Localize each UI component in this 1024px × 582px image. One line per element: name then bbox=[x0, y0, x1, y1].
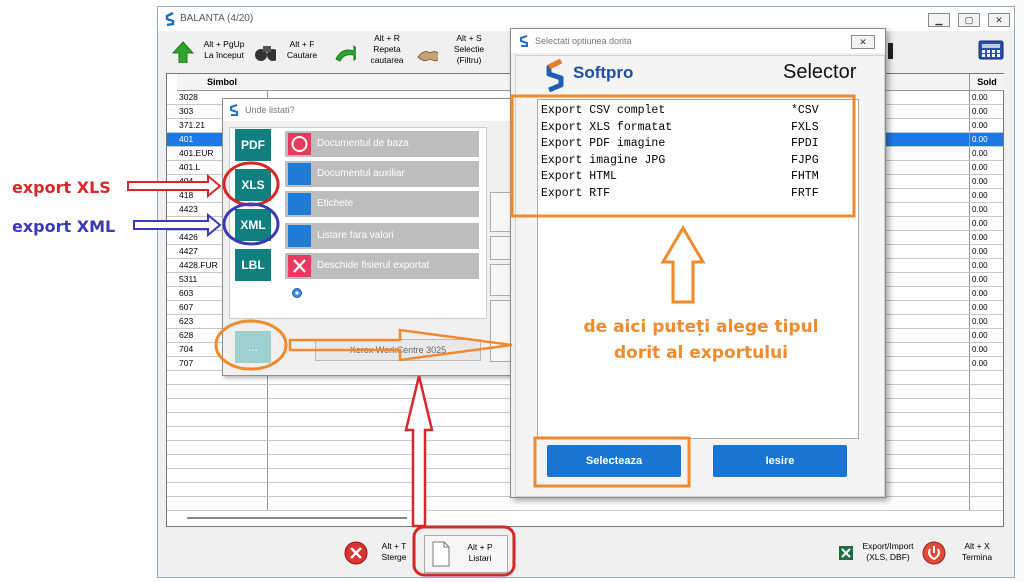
xls-highlight-circle bbox=[222, 161, 280, 207]
annotation-hint-line1: de aici puteți alege tipul bbox=[583, 317, 819, 337]
list-highlight-box bbox=[510, 94, 856, 218]
annotation-export-xls: export XLS bbox=[12, 178, 111, 197]
more-arrow bbox=[288, 328, 513, 362]
select-highlight-box bbox=[533, 436, 691, 488]
annotation-hint-line2: dorit al exportului bbox=[613, 343, 789, 363]
annotation-export-xml: export XML bbox=[12, 217, 116, 236]
xml-highlight-circle bbox=[222, 202, 280, 246]
annotation-hint: de aici puteți alege tipul dorit al expo… bbox=[566, 314, 836, 366]
more-highlight-circle bbox=[214, 319, 288, 371]
print-up-arrow bbox=[404, 375, 434, 528]
annotation-overlay bbox=[127, 94, 856, 577]
xls-arrow bbox=[127, 173, 222, 199]
list-up-arrow bbox=[660, 225, 706, 304]
xml-arrow bbox=[133, 212, 222, 238]
print-highlight-box bbox=[412, 525, 516, 577]
